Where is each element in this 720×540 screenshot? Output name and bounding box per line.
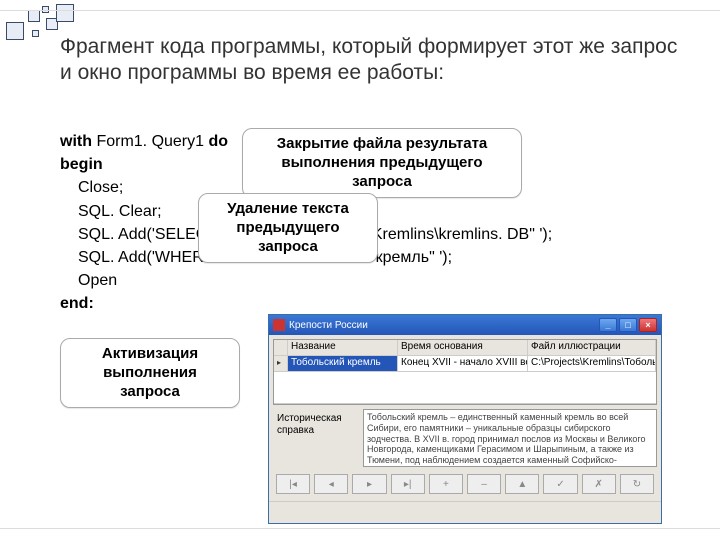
nav-refresh[interactable]: ↻ <box>620 474 654 494</box>
data-grid[interactable]: Название Время основания Файл иллюстраци… <box>273 339 657 405</box>
memo-label: Историческая справка <box>273 409 359 467</box>
nav-edit[interactable]: ▲ <box>505 474 539 494</box>
table-row[interactable]: Тобольский кремль Конец XVII - начало XV… <box>274 356 656 372</box>
app-icon <box>273 319 285 331</box>
nav-last[interactable]: ▸| <box>391 474 425 494</box>
app-window: Крепости России _ □ × Название Время осн… <box>268 314 662 524</box>
page-title: Фрагмент кода программы, который формиру… <box>60 34 680 87</box>
titlebar: Крепости России _ □ × <box>269 315 661 335</box>
minimize-button[interactable]: _ <box>599 318 617 332</box>
col-time: Время основания <box>398 340 528 356</box>
status-bar <box>269 501 661 515</box>
maximize-button[interactable]: □ <box>619 318 637 332</box>
nav-insert[interactable]: + <box>429 474 463 494</box>
nav-prev[interactable]: ◂ <box>314 474 348 494</box>
col-file: Файл иллюстрации <box>528 340 656 356</box>
memo-text[interactable]: Тобольский кремль – единственный каменны… <box>363 409 657 467</box>
nav-next[interactable]: ▸ <box>352 474 386 494</box>
close-button[interactable]: × <box>639 318 657 332</box>
callout-close-file: Закрытие файла результата выполнения пре… <box>242 128 522 198</box>
callout-activate-query: Активизация выполнения запроса <box>60 338 240 408</box>
nav-first[interactable]: |◂ <box>276 474 310 494</box>
nav-post[interactable]: ✓ <box>543 474 577 494</box>
callout-clear-text: Удаление текста предыдущего запроса <box>198 193 378 263</box>
db-navigator: |◂ ◂ ▸ ▸| + – ▲ ✓ ✗ ↻ <box>273 471 657 497</box>
nav-delete[interactable]: – <box>467 474 501 494</box>
col-name: Название <box>288 340 398 356</box>
nav-cancel[interactable]: ✗ <box>582 474 616 494</box>
window-title: Крепости России <box>289 320 368 331</box>
